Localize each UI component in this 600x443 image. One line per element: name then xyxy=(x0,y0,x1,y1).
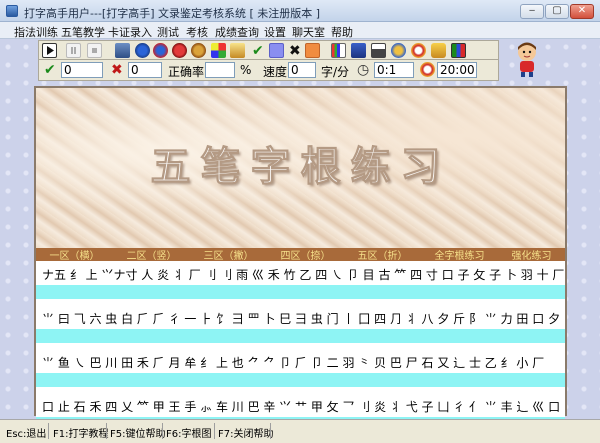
status-f6: F6:字根图 xyxy=(166,429,212,440)
check-icon[interactable]: ✔ xyxy=(252,43,264,59)
menu-item-chatroom[interactable]: 聊天室 xyxy=(292,24,325,40)
user-icon[interactable] xyxy=(135,43,150,58)
stats-bar: ✔ 0 ✖ 0 正确率 % 速度 0 字/分 ◷ 0:1 20:00 xyxy=(38,60,499,81)
toolbar: ✔ ✖ xyxy=(38,40,499,60)
alarm-icon[interactable] xyxy=(411,43,426,58)
menu-item-test[interactable]: 测试 xyxy=(157,24,179,40)
group-icon[interactable] xyxy=(172,43,187,58)
correct-icon: ✔ xyxy=(44,62,56,78)
speed-label: 速度 xyxy=(263,65,288,79)
status-bar: Esc:退出 F1:打字教程 F5:键位帮助 F6:字根图 F7:关闭帮助 xyxy=(0,419,600,443)
accuracy-label: 正确率 xyxy=(168,65,205,79)
settings-icon[interactable] xyxy=(191,43,206,58)
zone-tab-2[interactable]: 二区（竖） xyxy=(127,247,177,262)
users-icon[interactable] xyxy=(153,43,168,58)
practice-text-row-2: ⺌ 曰 ⺄ 六 虫 白 ⺁ ⺁ 彳 一 ⺊ 饣 ⺕ 罒 卜 巳 ⺕ 虫 门 丨 … xyxy=(36,309,565,329)
title-bar: 打字高手用户---[打字高手] 文录鉴定考核系统 [ 未注册版本 ] ‒ ▢ ✕ xyxy=(0,0,600,22)
stopwatch-icon: ◷ xyxy=(357,62,370,78)
status-f1: F1:打字教程 xyxy=(53,429,109,440)
app-icon xyxy=(6,5,18,17)
trophy-icon[interactable] xyxy=(230,43,245,58)
orange-square-icon[interactable] xyxy=(305,43,320,58)
minimize-button[interactable]: ‒ xyxy=(520,4,544,19)
zone-tab-5[interactable]: 五区（折） xyxy=(358,247,408,262)
banner: 五笔字根练习 xyxy=(36,88,565,248)
percent-sign: % xyxy=(240,63,252,77)
people-icon[interactable] xyxy=(391,43,406,58)
mascot-avatar xyxy=(518,42,536,77)
blue-square-icon[interactable] xyxy=(269,43,284,58)
book-icon[interactable] xyxy=(115,43,130,58)
menu-item-settings[interactable]: 设置 xyxy=(264,24,286,40)
practice-input-row-3[interactable] xyxy=(36,373,565,387)
menu-item-wubi-lessons[interactable]: 五笔教学 xyxy=(61,24,105,40)
practice-panel: 五笔字根练习 一区（横） 二区（竖） 三区（撇） 四区（捺） 五区（折） 全字根… xyxy=(34,86,567,431)
menu-item-help[interactable]: 帮助 xyxy=(331,24,353,40)
status-f7: F7:关闭帮助 xyxy=(218,429,274,440)
zone-tab-1[interactable]: 一区（横） xyxy=(50,247,100,262)
report-icon[interactable] xyxy=(351,43,366,58)
banner-title: 五笔字根练习 xyxy=(150,144,451,191)
grid-icon[interactable] xyxy=(211,43,226,58)
window-title: 打字高手用户---[打字高手] 文录鉴定考核系统 [ 未注册版本 ] xyxy=(24,7,321,20)
status-esc: Esc:退出 xyxy=(6,429,47,440)
alarm-clock-icon xyxy=(420,62,435,77)
practice-text-row-3: ⺌ 鱼 ㇏ 巴 川 田 禾 ⺁ 月 牟 纟 上 也 ⺈ ⺈ 卩 ⺁ 卩 二 羽 … xyxy=(36,353,565,373)
close-button[interactable]: ✕ xyxy=(570,4,594,19)
lock-icon[interactable] xyxy=(431,43,446,58)
menu-item-card-entry[interactable]: 卡证录入 xyxy=(108,24,152,40)
practice-input-row-1[interactable] xyxy=(36,285,565,299)
practice-rows: ナ五 纟 上 ⺍ナ寸 人 炎 丬 厂 刂 刂 雨 巛 禾 竹 乙 四 ㇏ 卩 目… xyxy=(36,261,565,431)
bars-icon[interactable] xyxy=(451,43,466,58)
wrong-count-field: 0 xyxy=(128,62,162,78)
speed-unit: 字/分 xyxy=(321,65,350,79)
accuracy-field xyxy=(205,62,235,78)
document-icon[interactable] xyxy=(371,43,386,58)
wrong-icon: ✖ xyxy=(111,62,123,78)
chart-icon[interactable] xyxy=(331,43,346,58)
practice-text-row-1: ナ五 纟 上 ⺍ナ寸 人 炎 丬 厂 刂 刂 雨 巛 禾 竹 乙 四 ㇏ 卩 目… xyxy=(36,265,565,285)
menu-bar: 指法训练 五笔教学 卡证录入 测试 考核 成绩查询 设置 聊天室 帮助 xyxy=(0,22,600,39)
zone-tab-all[interactable]: 全字根练习 xyxy=(435,247,485,262)
maximize-button[interactable]: ▢ xyxy=(545,4,569,19)
timer-field: 20:00 xyxy=(437,62,477,78)
zone-tab-4[interactable]: 四区（捺） xyxy=(281,247,331,262)
correct-count-field: 0 xyxy=(61,62,103,78)
cross-icon[interactable]: ✖ xyxy=(289,43,301,59)
stop-icon[interactable] xyxy=(87,43,102,58)
pause-icon[interactable] xyxy=(66,43,81,58)
practice-input-row-2[interactable] xyxy=(36,329,565,343)
menu-item-scores[interactable]: 成绩查询 xyxy=(215,24,259,40)
play-icon[interactable] xyxy=(42,43,57,58)
ratio-field: 0:1 xyxy=(374,62,414,78)
zone-tab-3[interactable]: 三区（撇） xyxy=(204,247,254,262)
menu-item-fingering[interactable]: 指法训练 xyxy=(14,24,58,40)
menu-item-exam[interactable]: 考核 xyxy=(186,24,208,40)
status-f5: F5:键位帮助 xyxy=(110,429,166,440)
zone-tab-intensive[interactable]: 强化练习 xyxy=(512,247,552,262)
practice-text-row-4: 口 止 石 禾 四 乂 ⺮ 甲 王 手 ⺗ 车 川 巴 辛 ⺍ 艹 甲 攵 ⺂ … xyxy=(36,397,565,417)
zone-tabs: 一区（横） 二区（竖） 三区（撇） 四区（捺） 五区（折） 全字根练习 强化练习 xyxy=(36,247,565,262)
speed-field: 0 xyxy=(288,62,316,78)
